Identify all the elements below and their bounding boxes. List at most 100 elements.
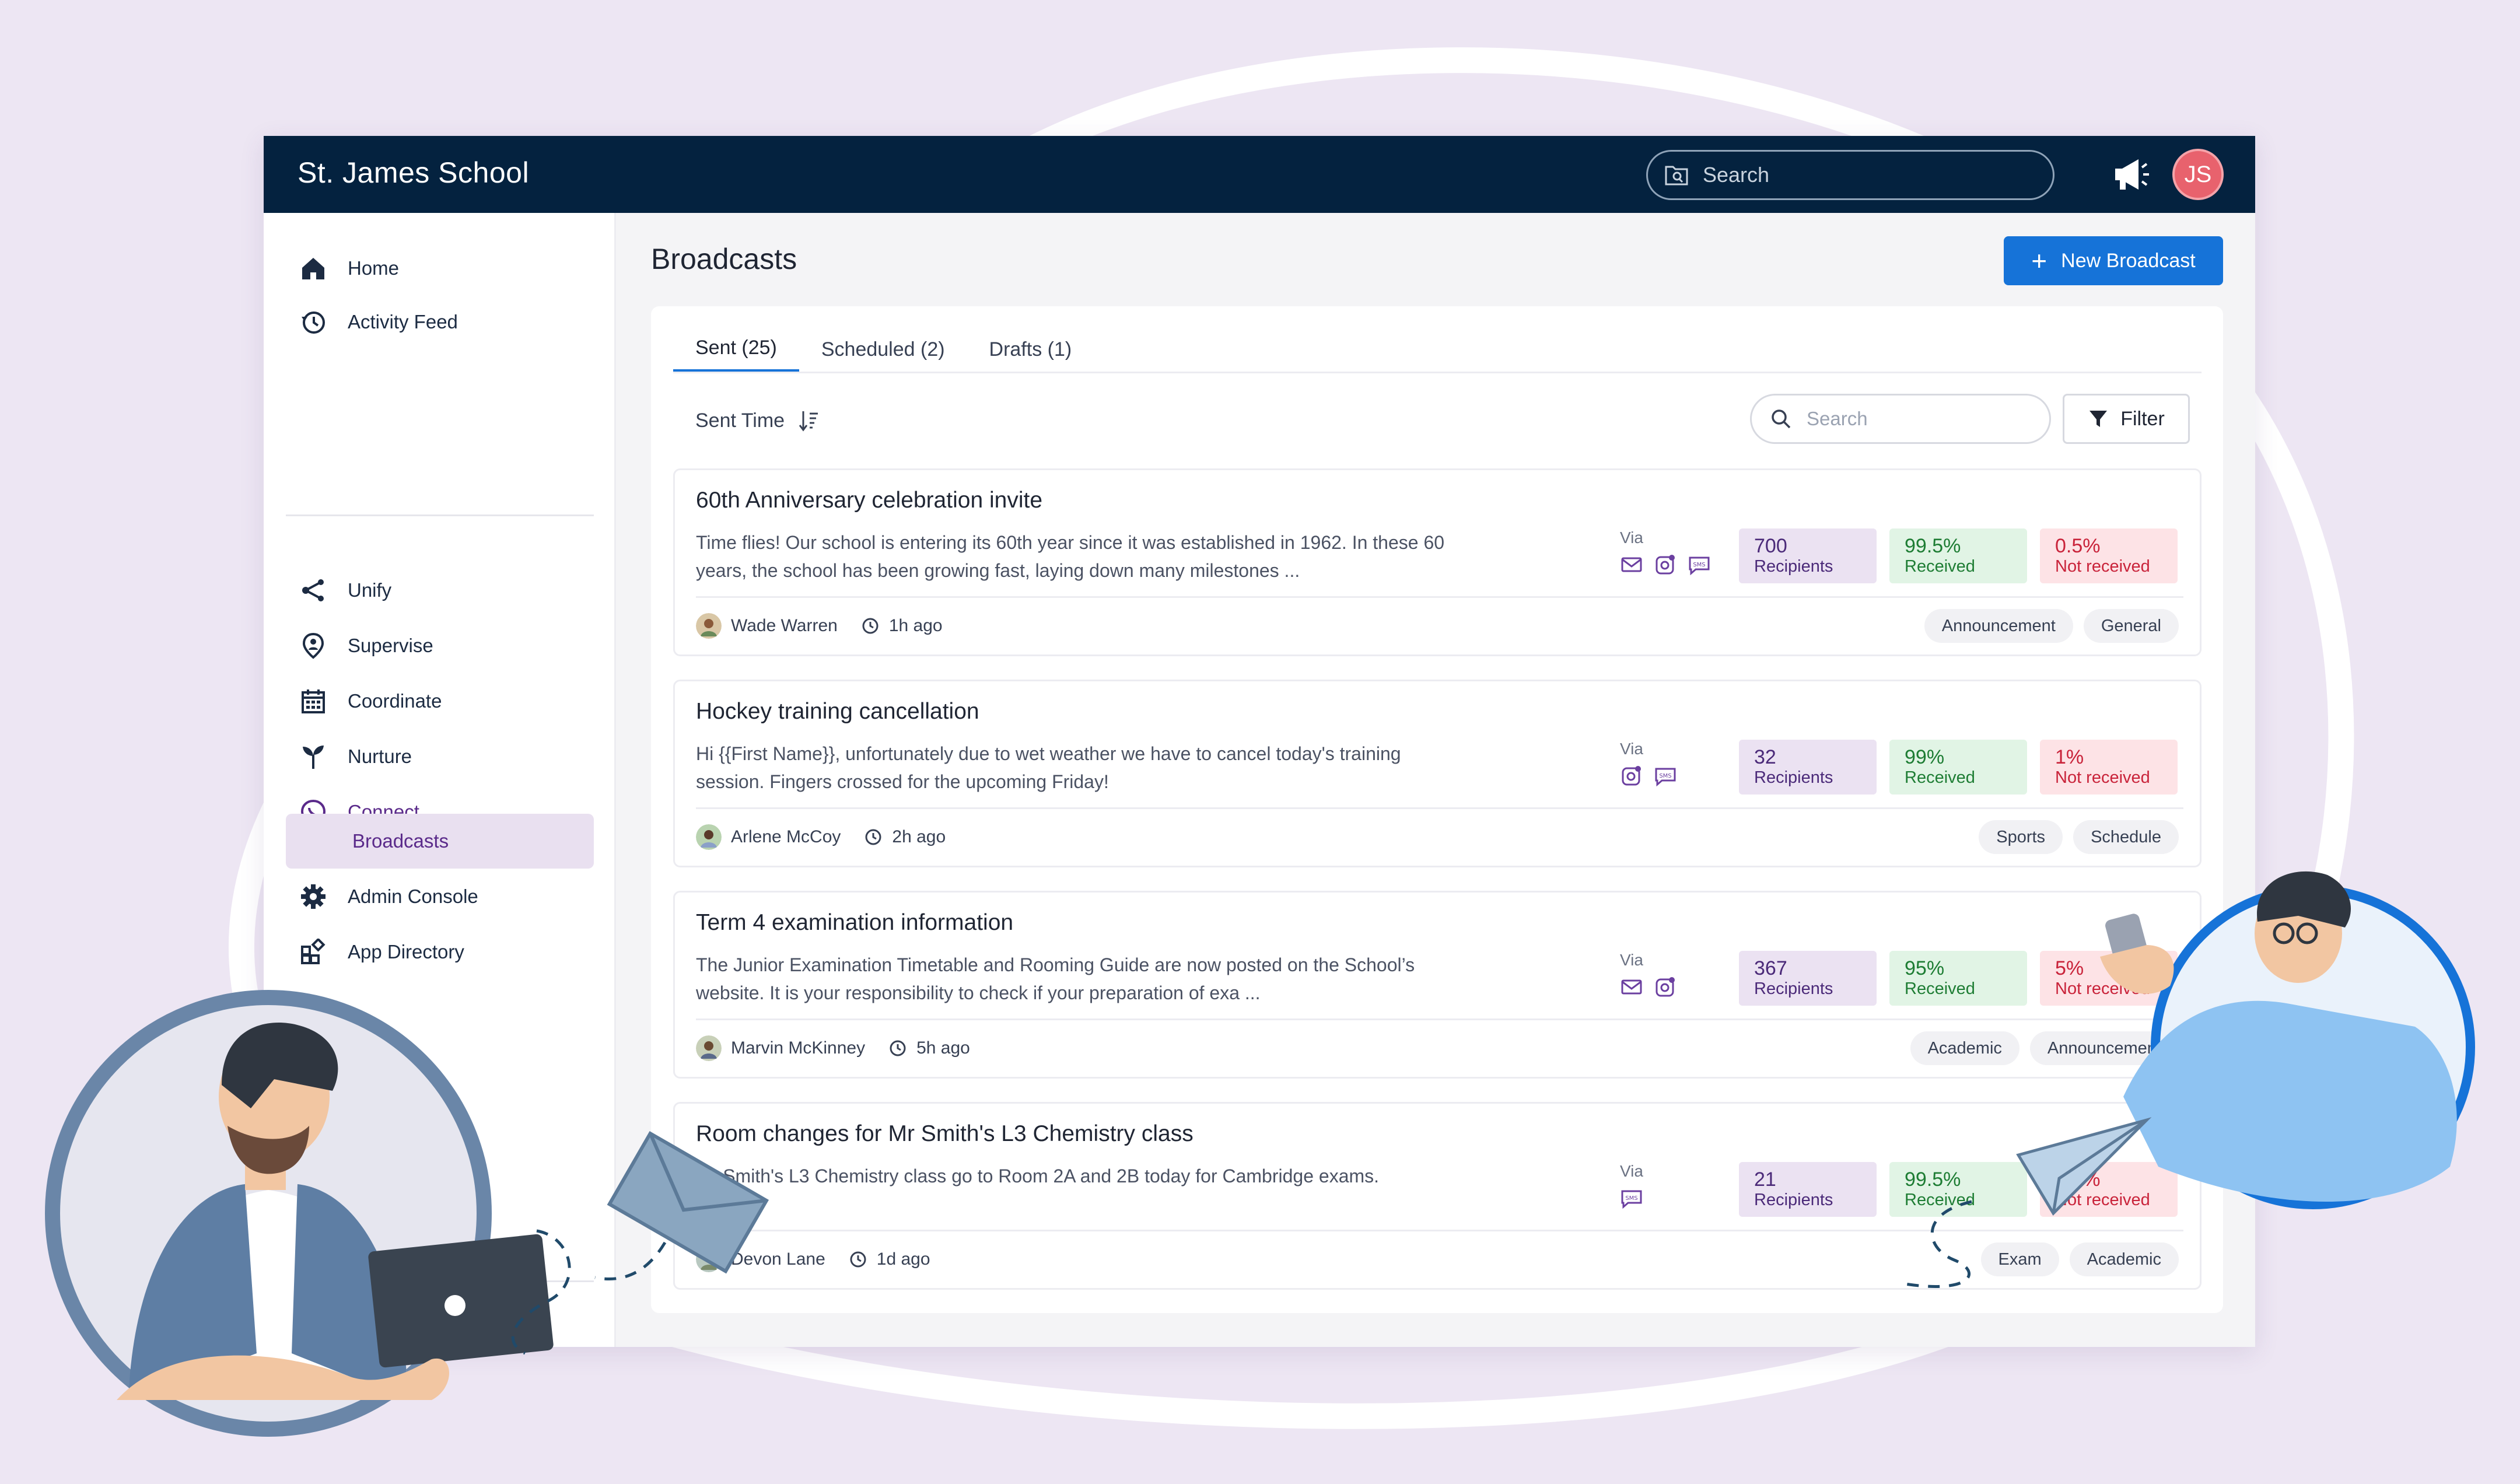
recipients-label: Recipients [1754,1191,1833,1209]
broadcast-meta: Marvin McKinney 5h ago [696,1032,970,1064]
card-divider [696,596,2183,598]
recipients-count: 700 [1754,535,1787,557]
broadcast-body: Time flies! Our school is entering its 6… [696,532,1445,581]
clock-icon [890,1040,906,1056]
user-avatar[interactable]: JS [2172,149,2224,200]
school-name: St. James School [298,156,530,189]
sidebar-item-home[interactable]: Home [286,241,594,296]
gear-icon [299,882,328,911]
tag[interactable]: Sports [1979,820,2063,854]
tag[interactable]: Academic [1910,1031,2020,1065]
channel-icons: SMS [1620,1186,1643,1210]
svg-text:SMS: SMS [1659,773,1671,779]
sidebar-item-nurture[interactable]: Nurture [286,729,594,784]
svg-text:SMS: SMS [1693,562,1705,568]
megaphone-icon[interactable] [2112,156,2150,193]
received-label: Received [1905,768,1975,787]
sidebar-bottom-divider [286,1280,594,1282]
via-label: Via [1620,1162,1643,1180]
tag[interactable]: General [2083,609,2179,643]
tabs-divider [673,372,2202,373]
apps-grid-icon [299,937,328,967]
channel-icons: SMS [1620,764,1677,788]
not-received-stat: 0.5% Not received [2040,528,2178,583]
filter-button[interactable]: Filter [2063,394,2190,444]
sidebar-item-label: Nurture [348,746,412,767]
sidebar-item-admin-console[interactable]: Admin Console [286,869,594,924]
author-avatar [696,613,722,639]
tag-list: Academic Announcement [1910,1031,2179,1065]
filter-funnel-icon [2090,411,2108,427]
sent-time: 2h ago [892,827,946,846]
broadcast-card[interactable]: Hockey training cancellation Hi {{First … [673,680,2202,867]
folder-search-icon [1665,166,1688,186]
recipients-label: Recipients [1754,557,1833,576]
tag[interactable]: Academic [2069,1242,2179,1276]
search-icon [1772,410,1791,429]
tag[interactable]: Exam [1980,1242,2059,1276]
sidebar-item-label: Admin Console [348,886,478,907]
author-avatar [696,1247,722,1272]
not-received-stat: 1% Not received [2040,740,2178,794]
instagram-icon [1656,977,1675,997]
broadcast-panel: Sent (25) Scheduled (2) Drafts (1) Sent … [651,306,2223,1313]
not-received-label: Not received [2055,1191,2150,1209]
not-received-label: Not received [2055,979,2150,998]
tab-sent[interactable]: Sent (25) [673,326,799,373]
global-search[interactable] [1646,150,2054,200]
tag-list: Sports Schedule [1979,820,2179,854]
sidebar-item-app-directory[interactable]: App Directory [286,925,594,979]
page-title: Broadcasts [651,243,797,275]
new-broadcast-label: New Broadcast [2061,249,2196,272]
tag[interactable]: Announcement [2029,1031,2179,1065]
tag-list: Announcement General [1924,609,2179,643]
broadcast-card[interactable]: 60th Anniversary celebration invite Time… [673,468,2202,656]
sidebar-item-label: Activity Feed [348,311,458,332]
received-label: Received [1905,979,1975,998]
tag[interactable]: Schedule [2073,820,2179,854]
not-received-stat: 0.5% Not received [2040,1162,2178,1217]
sort-label: Sent Time [695,409,785,432]
not-received-value: 0.5% [2055,535,2101,557]
global-search-input[interactable] [1703,163,2006,187]
sidebar: Home Activity Feed Unify Supervise Coord… [264,213,616,1347]
email-icon [1621,979,1642,995]
broadcast-card[interactable]: Term 4 examination information The Junio… [673,891,2202,1079]
broadcast-search[interactable] [1750,394,2051,444]
broadcast-body: The Junior Examination Timetable and Roo… [696,954,1415,1003]
sprout-icon [299,742,328,771]
sidebar-item-label: Home [348,257,400,279]
broadcast-title: Hockey training cancellation [696,699,979,724]
sidebar-item-unify[interactable]: Unify [286,563,594,618]
sort-control[interactable]: Sent Time [695,404,820,437]
recipients-count: 367 [1754,957,1787,979]
received-label: Received [1905,557,1975,576]
sidebar-item-activity-feed[interactable]: Activity Feed [286,295,594,349]
broadcast-meta: Devon Lane 1d ago [696,1244,930,1275]
main-content: Broadcasts + New Broadcast Sent (25) Sch… [616,213,2255,1347]
sms-icon: SMS [1689,556,1710,576]
broadcast-search-input[interactable] [1807,408,2040,430]
instagram-icon [1656,555,1675,575]
not-received-value: 1% [2055,746,2084,768]
channel-icons [1620,975,1677,999]
sidebar-item-label: Coordinate [348,690,442,712]
sidebar-item-broadcasts[interactable]: Broadcasts [286,814,594,869]
broadcast-title: Room changes for Mr Smith's L3 Chemistry… [696,1121,1194,1146]
tab-drafts[interactable]: Drafts (1) [967,326,1094,373]
card-divider [696,1019,2183,1020]
instagram-icon [1622,766,1641,786]
tag[interactable]: Announcement [1924,609,2073,643]
author-name: Marvin McKinney [731,1038,866,1058]
via-label: Via [1620,951,1643,969]
tag-list: Exam Academic [1980,1242,2179,1276]
tab-scheduled[interactable]: Scheduled (2) [799,326,967,373]
sent-time: 1d ago [876,1250,930,1269]
sidebar-item-supervise[interactable]: Supervise [286,618,594,673]
received-stat: 99.5% Received [1889,528,2027,583]
new-broadcast-button[interactable]: + New Broadcast [2004,236,2223,285]
sidebar-item-coordinate[interactable]: Coordinate [286,674,594,729]
broadcast-card[interactable]: Room changes for Mr Smith's L3 Chemistry… [673,1102,2202,1290]
author-avatar [696,824,722,850]
via-label: Via [1620,740,1643,758]
